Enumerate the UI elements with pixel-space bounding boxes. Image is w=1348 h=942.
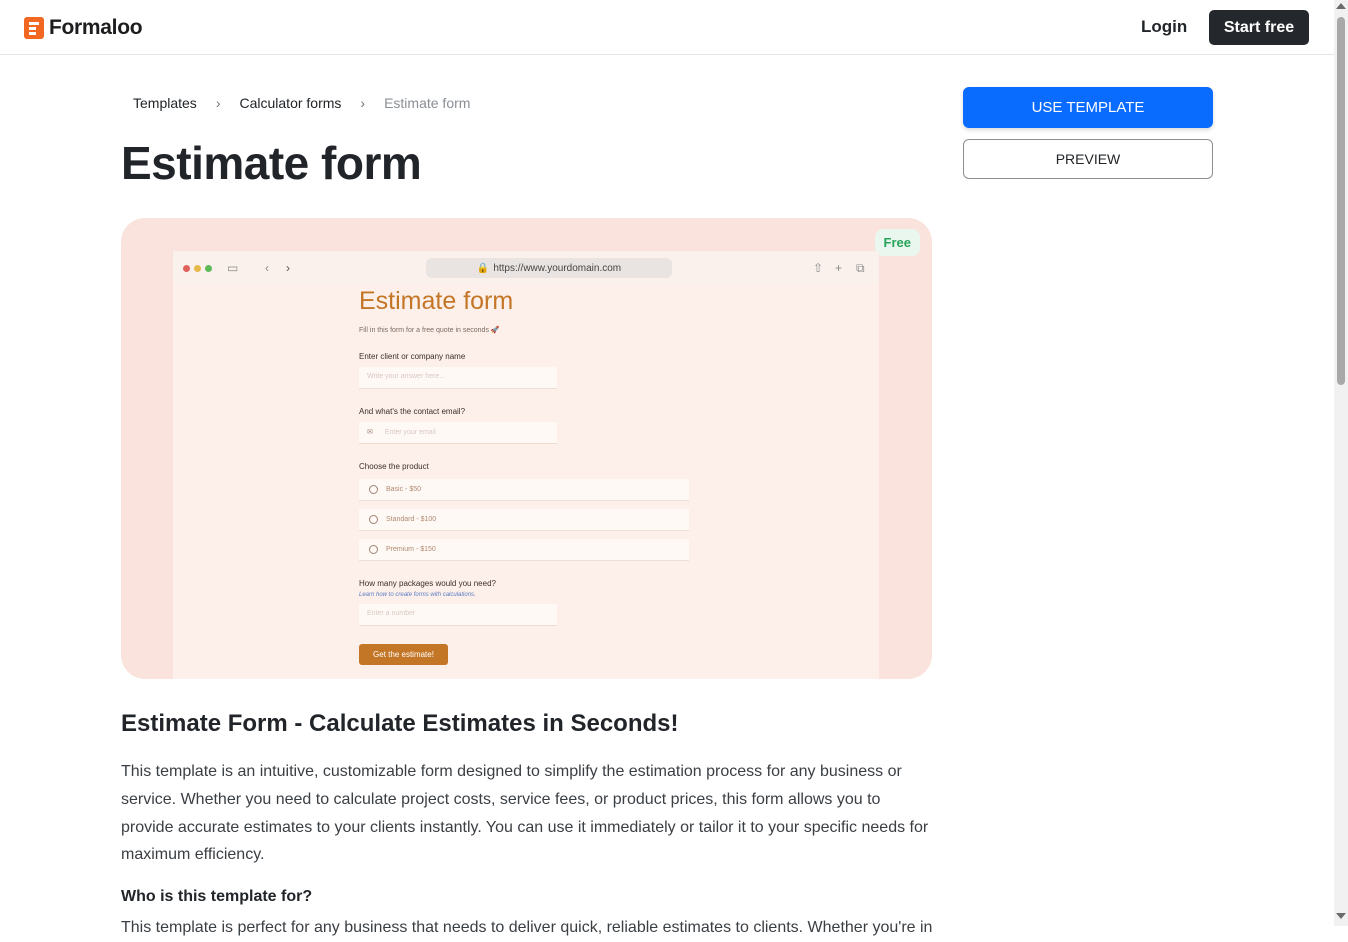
forward-icon: ›: [286, 261, 290, 275]
number-field: Enter a number: [359, 604, 557, 626]
free-badge: Free: [874, 229, 920, 256]
estimate-form-preview: Estimate form Fill in this form for a fr…: [359, 287, 699, 665]
mail-icon: ✉: [367, 429, 373, 436]
question-label: Enter client or company name: [359, 352, 466, 361]
scroll-down-arrow-icon[interactable]: [1336, 913, 1346, 919]
form-title: Estimate form: [359, 287, 514, 315]
product-option: Basic - $50: [359, 479, 689, 501]
use-template-button[interactable]: USE TEMPLATE: [963, 87, 1213, 128]
option-label: Standard - $100: [386, 516, 437, 523]
breadcrumb: Templates › Calculator forms › Estimate …: [133, 95, 470, 111]
question-label: And what's the contact email?: [359, 407, 466, 416]
back-icon: ‹: [265, 261, 269, 275]
chevron-right-icon: ›: [360, 95, 366, 111]
product-option: Standard - $100: [359, 509, 689, 531]
help-link: Learn how to create forms with calculati…: [359, 592, 476, 598]
option-label: Premium - $150: [386, 546, 436, 553]
login-link[interactable]: Login: [1141, 17, 1187, 37]
sidebar-toggle-icon: ▭: [227, 261, 239, 275]
audience-paragraph: This template is perfect for any busines…: [121, 919, 933, 936]
url-text: https://www.yourdomain.com: [493, 262, 622, 274]
start-free-button[interactable]: Start free: [1209, 10, 1309, 45]
breadcrumb-calculator-forms[interactable]: Calculator forms: [239, 95, 341, 111]
breadcrumb-current-page: Estimate form: [384, 95, 471, 111]
scrollbar-thumb[interactable]: [1337, 17, 1345, 385]
company-name-field: Write your answer here...: [359, 367, 557, 389]
url-bar: 🔒 https://www.yourdomain.com: [426, 258, 672, 278]
browser-mockup: ▭ ‹ › 🔒 https://www.yourdomain.com ⇧ + ⧉…: [173, 251, 879, 679]
radio-circle-icon: [369, 515, 378, 524]
chevron-right-icon: ›: [215, 95, 221, 111]
get-estimate-button: Get the estimate!: [359, 644, 448, 665]
tabs-icon: ⧉: [856, 261, 865, 275]
maximize-dot-icon: [205, 265, 212, 272]
radio-circle-icon: [369, 545, 378, 554]
formaloo-logo-icon: [24, 17, 44, 39]
new-tab-icon: +: [835, 261, 843, 275]
formaloo-logo[interactable]: Formaloo: [24, 16, 143, 40]
minimize-dot-icon: [194, 265, 201, 272]
close-dot-icon: [183, 265, 190, 272]
email-field: ✉ Enter your email: [359, 422, 557, 444]
breadcrumb-templates[interactable]: Templates: [133, 95, 197, 111]
question-label: How many packages would you need?: [359, 579, 496, 588]
scroll-up-arrow-icon[interactable]: [1336, 3, 1346, 9]
page-title: Estimate form: [121, 137, 422, 189]
audience-heading: Who is this template for?: [121, 888, 313, 905]
top-navigation-bar: Formaloo Login Start free: [0, 0, 1334, 55]
form-subtitle: Fill in this form for a free quote in se…: [359, 327, 500, 334]
template-preview-image: Free ▭ ‹ › 🔒 https://www.yourdomain.com …: [121, 218, 932, 679]
share-icon: ⇧: [813, 261, 824, 275]
description-paragraph: This template is an intuitive, customiza…: [121, 763, 929, 864]
email-placeholder: Enter your email: [384, 429, 436, 436]
browser-toolbar: ▭ ‹ › 🔒 https://www.yourdomain.com ⇧ + ⧉: [173, 251, 879, 285]
section-heading: Estimate Form - Calculate Estimates in S…: [121, 710, 679, 737]
logo-text: Formaloo: [49, 16, 143, 39]
option-label: Basic - $50: [386, 486, 422, 493]
radio-circle-icon: [369, 485, 378, 494]
preview-button[interactable]: PREVIEW: [963, 139, 1213, 179]
product-option: Premium - $150: [359, 539, 689, 561]
lock-icon: 🔒: [476, 262, 490, 274]
question-label: Choose the product: [359, 462, 429, 471]
